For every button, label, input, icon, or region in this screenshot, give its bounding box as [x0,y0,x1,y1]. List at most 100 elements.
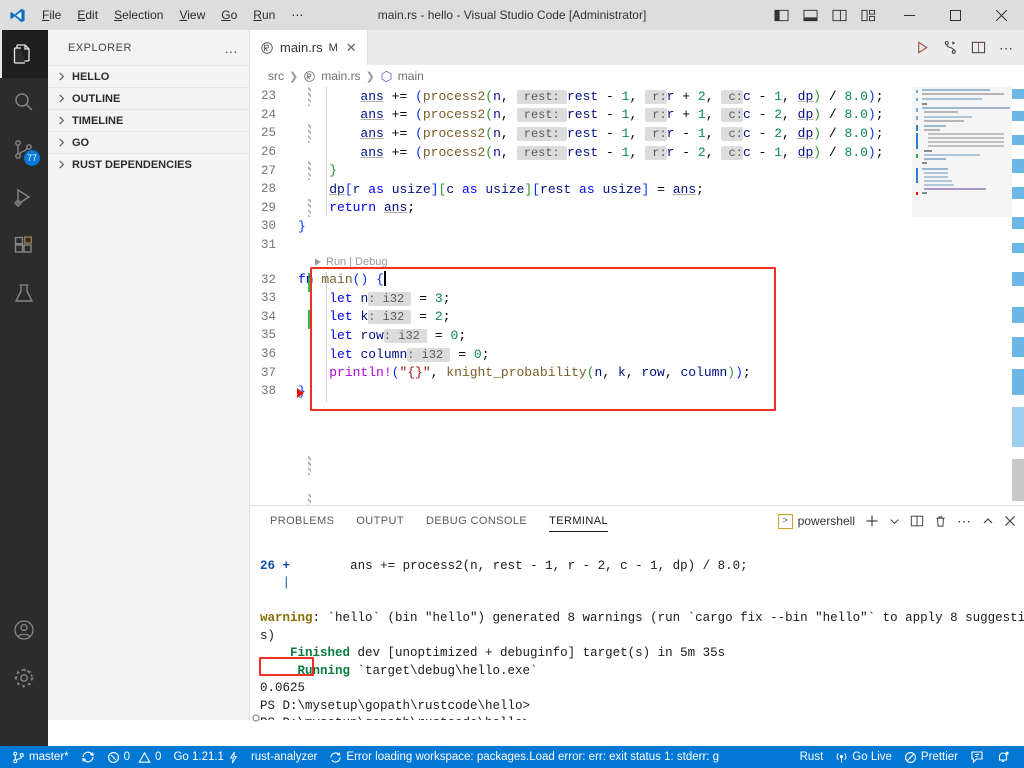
activity-source-control[interactable]: 77 [0,126,48,174]
toggle-primary-sidebar-icon[interactable] [774,8,789,23]
function-symbol-icon [380,70,393,83]
code-line[interactable]: 31 [250,236,1024,255]
menu-edit[interactable]: Edit [69,0,106,30]
status-go-live[interactable]: Go Live [829,746,898,768]
gear-icon [12,666,36,690]
menu-bar[interactable]: File Edit Selection View Go Run ⋯ [34,0,312,30]
toggle-panel-icon[interactable] [803,8,818,23]
codelens-debug[interactable]: Debug [355,256,387,268]
menu-file[interactable]: File [34,0,69,30]
status-branch-label: master* [29,751,69,763]
terminal-warning-text: : `hello` (bin "hello") generated 8 warn… [312,611,1024,625]
overview-ruler[interactable] [1012,87,1024,528]
sidebar-item-go[interactable]: GO [48,131,249,153]
codelens-run[interactable]: Run [326,256,346,268]
status-workspace-error[interactable]: Error loading workspace: packages.Load e… [323,746,725,768]
code-line[interactable]: 29 return ans; [250,199,1024,329]
breadcrumb-src[interactable]: src [268,69,284,83]
code-line[interactable]: 37 println!("{}", knight_probability(n, … [250,363,1024,382]
run-debug-icon [12,186,36,210]
tab-problems[interactable]: PROBLEMS [270,506,334,536]
tab-close-icon[interactable]: ✕ [344,40,357,56]
activity-extensions[interactable] [0,222,48,270]
line-number: 24 [260,107,276,122]
status-rust-analyzer[interactable]: rust-analyzer [245,746,323,768]
activity-search[interactable] [0,78,48,126]
toggle-secondary-sidebar-icon[interactable] [832,8,847,23]
beaker-icon [12,282,36,306]
code-line[interactable]: 38 } [250,382,1024,401]
chevron-down-icon[interactable] [889,516,900,527]
code-line[interactable]: 33 let n: i32 = 3; [250,289,1024,513]
menu-run[interactable]: Run [245,0,283,30]
tab-debug-console[interactable]: DEBUG CONSOLE [426,506,527,536]
source-control-branch-icon [12,751,25,764]
sidebar-item-rust-dependencies[interactable]: RUST DEPENDENCIES [48,153,249,175]
code-line[interactable]: 25 ans += (process2(n, rest: rest - 1, r… [250,124,1024,180]
status-sync[interactable] [75,746,101,768]
activity-run-and-debug[interactable] [0,174,48,222]
activity-explorer[interactable] [0,30,48,78]
sidebar-item-timeline[interactable]: TIMELINE [48,109,249,131]
code-line[interactable]: 35 let row: i32 = 0; [250,326,1024,345]
window-close-button[interactable] [978,0,1024,30]
window-minimize-button[interactable] [886,0,932,30]
more-actions-icon[interactable]: ⋯ [957,514,972,528]
code-line[interactable]: 27 } [250,161,1024,180]
vscode-logo-icon [0,0,34,30]
code-line[interactable]: 23 ans += (process2(n, rest: rest - 1, r… [250,87,1024,106]
code-line[interactable]: 32 fn main() { [250,270,1024,475]
line-number: 36 [260,347,276,362]
breadcrumb-file[interactable]: main.rs [321,69,360,83]
trash-icon[interactable] [934,515,947,528]
customize-layout-icon[interactable] [861,8,876,23]
tab-output[interactable]: OUTPUT [356,506,404,536]
menu-view[interactable]: View [171,0,213,30]
chevron-up-icon[interactable] [982,515,994,527]
code-line[interactable]: 30 } [250,217,1024,236]
code-line-text: println!("{}", knight_probability(n, k, … [329,365,751,381]
status-prettier[interactable]: Prettier [898,746,964,768]
gutter-marker-icon[interactable] [296,387,306,399]
code-editor[interactable]: 23 ans += (process2(n, rest: rest - 1, r… [250,87,1024,528]
run-icon[interactable] [915,40,930,55]
terminal-prompt: PS D:\mysetup\gopath\rustcode\hello> [260,716,530,720]
add-terminal-icon[interactable] [865,514,879,528]
breadcrumb-symbol[interactable]: main [398,69,424,83]
split-editor-icon[interactable] [971,40,986,55]
activity-testing[interactable] [0,270,48,318]
status-branch[interactable]: master* [0,746,75,768]
source-control-icon[interactable] [943,40,958,55]
more-actions-icon[interactable]: ⋯ [999,41,1014,55]
tab-main-rs[interactable]: main.rs M ✕ [250,30,368,65]
sidebar-item-outline[interactable]: OUTLINE [48,87,249,109]
status-go-version[interactable]: Go 1.21.1 [167,746,245,768]
code-line[interactable]: 28 dp[r as usize][c as usize][rest as us… [250,180,1024,292]
status-language-mode[interactable]: Rust [794,746,830,768]
close-panel-icon[interactable] [1004,515,1016,527]
sidebar-item-hello[interactable]: HELLO [48,65,249,87]
code-line[interactable]: 26 ans += (process2(n, rest: rest - 1, r… [250,143,1024,218]
window-maximize-button[interactable] [932,0,978,30]
terminal-selector[interactable]: > powershell [777,513,855,529]
menu-more[interactable]: ⋯ [283,0,312,30]
status-problems[interactable]: 0 0 [101,746,168,768]
status-feedback[interactable] [964,746,990,768]
terminal-output[interactable]: 26 + ans += process2(n, rest - 1, r - 2,… [250,536,1024,720]
activity-manage-settings[interactable] [0,654,48,702]
split-terminal-icon[interactable] [910,514,924,528]
feedback-icon [970,750,984,764]
code-line[interactable]: 36 let column: i32 = 0; [250,345,1024,364]
menu-selection[interactable]: Selection [106,0,171,30]
code-line[interactable]: 24 ans += (process2(n, rest: rest - 1, r… [250,106,1024,143]
activity-accounts[interactable] [0,606,48,654]
tab-dirty-indicator: M [328,41,338,54]
status-notifications[interactable] [990,746,1024,768]
menu-go[interactable]: Go [213,0,245,30]
codelens-run-debug[interactable]: Run | Debug [250,254,1024,270]
bell-icon [996,750,1010,764]
tab-terminal[interactable]: TERMINAL [549,506,608,536]
sidebar-more-actions-icon[interactable]: … [224,40,239,56]
minimap[interactable] [912,87,1012,528]
code-line[interactable]: 34 let k: i32 = 2; [250,308,1024,327]
